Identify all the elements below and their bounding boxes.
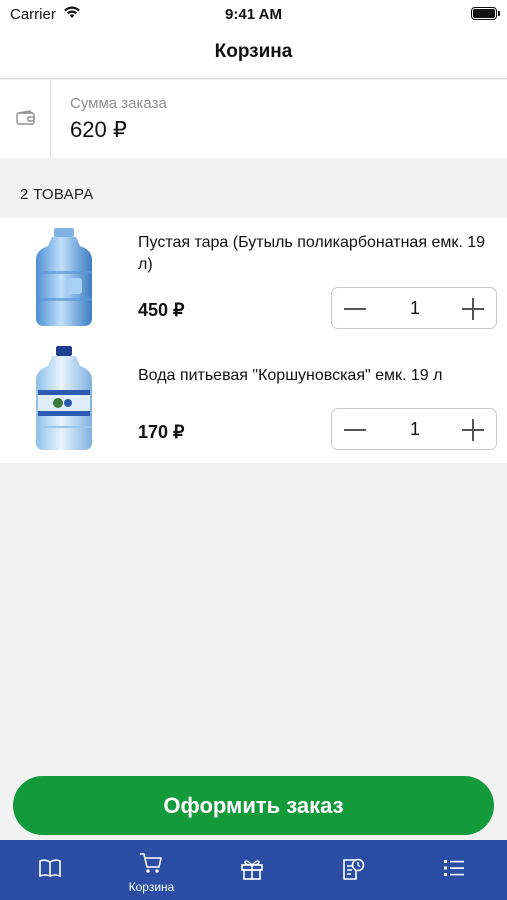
tab-cart-label: Корзина (128, 880, 175, 894)
status-bar: Carrier 9:41 AM (0, 0, 507, 28)
tab-bar: Корзина (0, 840, 507, 900)
product-name: Вода питьевая "Коршуновская" емк. 19 л (138, 367, 443, 384)
quantity-value: 1 (409, 298, 420, 318)
nav-bar: Корзина (0, 28, 507, 79)
increase-quantity-button[interactable] (462, 298, 484, 320)
tab-cart[interactable]: Корзина (101, 840, 202, 900)
cart-items-list: Пустая тара (Бутыль поликарбонатная емк.… (0, 218, 507, 463)
quantity-stepper: 1 (331, 287, 497, 329)
order-total-label: Сумма заказа (70, 95, 167, 112)
product-price: 170 ₽ (138, 422, 185, 442)
quantity-value: 1 (409, 419, 420, 439)
tab-gifts[interactable] (202, 840, 303, 900)
clock: 9:41 AM (225, 6, 282, 23)
product-image-empty-bottle (28, 226, 100, 335)
increase-quantity-button[interactable] (462, 419, 484, 441)
order-total-value: 620 ₽ (70, 117, 127, 142)
quantity-stepper: 1 (331, 408, 497, 450)
checkout-button[interactable]: Оформить заказ (13, 776, 494, 835)
decrease-quantity-button[interactable] (344, 298, 366, 320)
product-name: Пустая тара (Бутыль поликарбонатная емк.… (138, 234, 486, 273)
decrease-quantity-button[interactable] (344, 419, 366, 441)
wallet-icon (16, 110, 36, 131)
battery-icon (471, 7, 500, 20)
cart-item: Вода питьевая "Коршуновская" емк. 19 л 1… (0, 340, 507, 462)
order-summary: Сумма заказа 620 ₽ (0, 80, 507, 158)
tab-menu[interactable] (404, 840, 505, 900)
cart-item: Пустая тара (Бутыль поликарбонатная емк.… (0, 218, 507, 340)
tab-catalog[interactable] (0, 840, 101, 900)
items-count-header: 2 ТОВАРА (20, 186, 94, 203)
product-image-water-bottle (28, 346, 100, 459)
product-price: 450 ₽ (138, 300, 185, 320)
tab-order-history[interactable] (303, 840, 404, 900)
page-title: Корзина (214, 41, 293, 62)
summary-divider (50, 80, 51, 158)
